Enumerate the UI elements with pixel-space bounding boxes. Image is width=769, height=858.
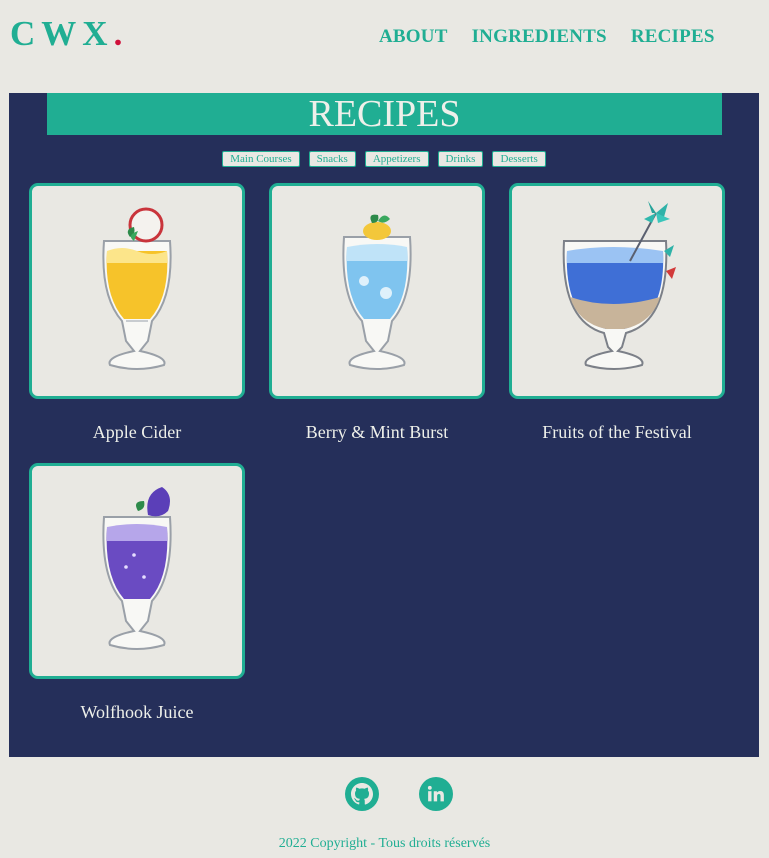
recipe-card[interactable]: Fruits of the Festival	[509, 183, 725, 443]
github-glyph	[351, 783, 373, 805]
recipe-title[interactable]: Wolfhook Juice	[29, 702, 245, 723]
filter-appetizers[interactable]: Appetizers	[364, 151, 429, 167]
filter-desserts[interactable]: Desserts	[492, 151, 546, 167]
main-nav: ABOUT INGREDIENTS RECIPES	[379, 26, 715, 48]
filter-snacks[interactable]: Snacks	[308, 151, 356, 167]
wolfhook-drink-image	[102, 487, 172, 650]
recipe-image-frame[interactable]	[29, 463, 245, 679]
filter-drinks[interactable]: Drinks	[437, 151, 484, 167]
festival-drink-image	[562, 201, 676, 370]
recipe-title[interactable]: Berry & Mint Burst	[269, 422, 485, 443]
logo[interactable]: CWX.	[10, 14, 122, 54]
recipe-image-frame[interactable]	[269, 183, 485, 399]
recipe-title[interactable]: Fruits of the Festival	[509, 422, 725, 443]
social-links	[345, 777, 453, 811]
berry-mint-drink-image	[342, 214, 412, 370]
linkedin-glyph	[427, 785, 444, 802]
page-title: RECIPES	[47, 93, 722, 135]
nav-recipes[interactable]: RECIPES	[631, 26, 715, 48]
apple-cider-drink-image	[102, 207, 172, 370]
site-header: CWX. ABOUT INGREDIENTS RECIPES	[0, 0, 769, 80]
logo-text: CWX	[10, 14, 114, 53]
logo-dot: .	[113, 14, 123, 53]
category-filters: Main Courses Snacks Appetizers Drinks De…	[9, 151, 759, 167]
nav-ingredients[interactable]: INGREDIENTS	[472, 26, 607, 48]
copyright-text: 2022 Copyright - Tous droits réservés	[278, 836, 491, 851]
filter-main-courses[interactable]: Main Courses	[222, 151, 300, 167]
recipe-image-frame[interactable]	[509, 183, 725, 399]
recipe-image-frame[interactable]	[29, 183, 245, 399]
github-icon[interactable]	[345, 777, 379, 811]
recipe-card[interactable]: Apple Cider	[29, 183, 245, 443]
recipe-title[interactable]: Apple Cider	[29, 422, 245, 443]
nav-about[interactable]: ABOUT	[379, 26, 448, 48]
recipes-panel: RECIPES Main Courses Snacks Appetizers D…	[9, 93, 759, 757]
recipe-card[interactable]: Berry & Mint Burst	[269, 183, 485, 443]
linkedin-icon[interactable]	[419, 777, 453, 811]
recipe-card[interactable]: Wolfhook Juice	[29, 463, 245, 723]
